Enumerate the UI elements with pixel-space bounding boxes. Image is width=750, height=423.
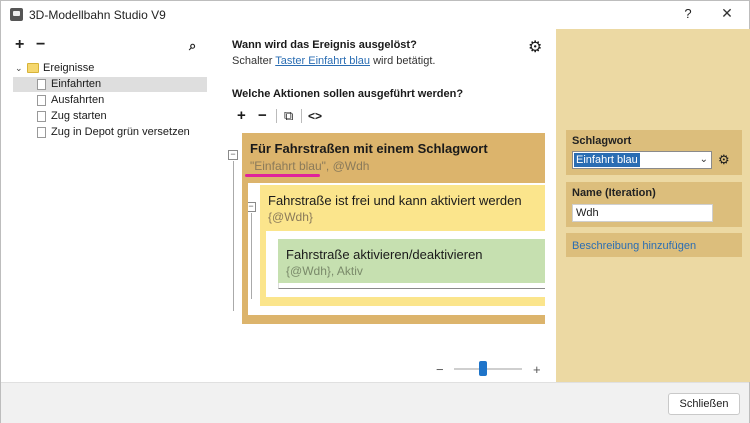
trigger-description: Schalter Taster Einfahrt blau wird betät… [232,55,435,67]
block-subtitle: {@Wdh} [268,210,313,224]
trigger-switch-link[interactable]: Taster Einfahrt blau [275,55,370,67]
add-event-button[interactable]: + [15,37,24,53]
block-subtitle: "Einfahrt blau", @Wdh [250,159,369,173]
properties-panel: Schlagwort Einfahrt blau ⌄ ⚙ Name (Itera… [556,29,750,382]
zoom-out-button[interactable]: − [436,362,444,377]
tree-item-label: Zug in Depot grün versetzen [51,126,190,138]
toolbar-divider [276,109,277,123]
add-description-link[interactable]: Beschreibung hinzufügen [572,240,696,252]
document-icon [37,111,46,122]
block-subtitle-keyword: "Einfahrt blau" [250,159,326,173]
title-bar: 3D-Modellbahn Studio V9 ? ✕ [1,1,749,29]
tree-item-zug-in-depot[interactable]: Zug in Depot grün versetzen [13,125,207,140]
block-inner-empty-slot[interactable] [278,283,545,289]
block-footer [260,297,545,306]
block-subtitle: {@Wdh}, Aktiv [286,264,363,278]
keyword-highlight-mark [245,174,320,177]
block-left-rail [260,231,266,297]
event-editor-panel: Wann wird das Ereignis ausgelöst? ⚙ Scha… [222,29,555,382]
tree-item-label: Einfahrten [51,78,102,90]
actions-question: Welche Aktionen sollen ausgeführt werden… [232,88,464,100]
tree-item-label: Ausfahrten [51,94,105,106]
schlagwort-dropdown[interactable]: Einfahrt blau ⌄ [572,151,712,169]
schlagwort-label: Schlagwort [572,135,632,147]
zoom-slider[interactable] [454,368,522,370]
document-icon [37,127,46,138]
tree-item-zug-starten[interactable]: Zug starten [13,109,207,124]
action-block-for-routes[interactable]: Für Fahrstraßen mit einem Schlagwort "Ei… [242,133,545,183]
help-button[interactable]: ? [679,6,697,24]
dialog-window: 3D-Modellbahn Studio V9 ? ✕ + − ⌕ ⌄ Erei… [0,0,750,423]
code-icon[interactable]: <> [308,108,322,124]
block-title: Fahrstraße aktivieren/deaktivieren [286,247,483,262]
chevron-down-icon: ⌄ [699,154,708,165]
tree-line [233,161,234,311]
close-button[interactable]: Schließen [668,393,740,415]
block-title: Fahrstraße ist frei und kann aktiviert w… [268,193,522,208]
name-iteration-input[interactable]: Wdh [572,204,713,222]
name-iteration-label: Name (Iteration) [572,187,656,199]
trigger-question: Wann wird das Ereignis ausgelöst? [232,39,417,51]
chevron-down-icon[interactable]: ⌄ [15,61,23,76]
schlagwort-selected-value: Einfahrt blau [574,153,640,167]
tree-line [251,213,252,299]
app-icon [10,8,23,21]
toolbar-divider [301,109,302,123]
add-action-button[interactable]: + [237,108,246,124]
trigger-prefix: Schalter [232,55,273,67]
document-icon [37,79,46,90]
gear-icon[interactable]: ⚙ [718,152,730,168]
gear-icon[interactable]: ⚙ [528,37,542,57]
zoom-slider-thumb[interactable] [479,361,487,376]
remove-event-button[interactable]: − [36,37,45,53]
close-window-button[interactable]: ✕ [717,5,737,25]
copy-icon[interactable]: ⧉ [284,108,293,124]
remove-action-button[interactable]: − [258,108,267,124]
tree-root-label: Ereignisse [43,62,95,74]
zoom-in-button[interactable]: + [533,362,541,377]
window-title: 3D-Modellbahn Studio V9 [29,8,166,22]
event-tree-panel: + − ⌕ ⌄ Ereignisse Einfahrten Ausfahrten… [9,33,214,378]
document-icon [37,95,46,106]
description-group: Beschreibung hinzufügen [566,233,742,257]
tree-item-einfahrten[interactable]: Einfahrten [13,77,207,92]
tree-item-ausfahrten[interactable]: Ausfahrten [13,93,207,108]
collapse-toggle-outer[interactable]: − [228,150,238,160]
name-iteration-group: Name (Iteration) Wdh [566,182,742,227]
tree-root-ereignisse[interactable]: ⌄ Ereignisse [13,61,208,76]
block-subtitle-variable: , @Wdh [325,159,370,173]
folder-icon [27,63,39,73]
block-left-rail [242,183,248,315]
action-block-route-activate[interactable]: Fahrstraße aktivieren/deaktivieren {@Wdh… [278,239,545,283]
trigger-suffix: wird betätigt. [373,55,436,67]
block-title: Für Fahrstraßen mit einem Schlagwort [250,141,488,156]
dialog-footer: Schließen [1,382,749,423]
action-block-route-free[interactable]: Fahrstraße ist frei und kann aktiviert w… [260,185,545,231]
search-icon[interactable]: ⌕ [189,38,196,54]
block-footer [242,315,545,324]
schlagwort-group: Schlagwort Einfahrt blau ⌄ ⚙ [566,130,742,175]
tree-item-label: Zug starten [51,110,107,122]
